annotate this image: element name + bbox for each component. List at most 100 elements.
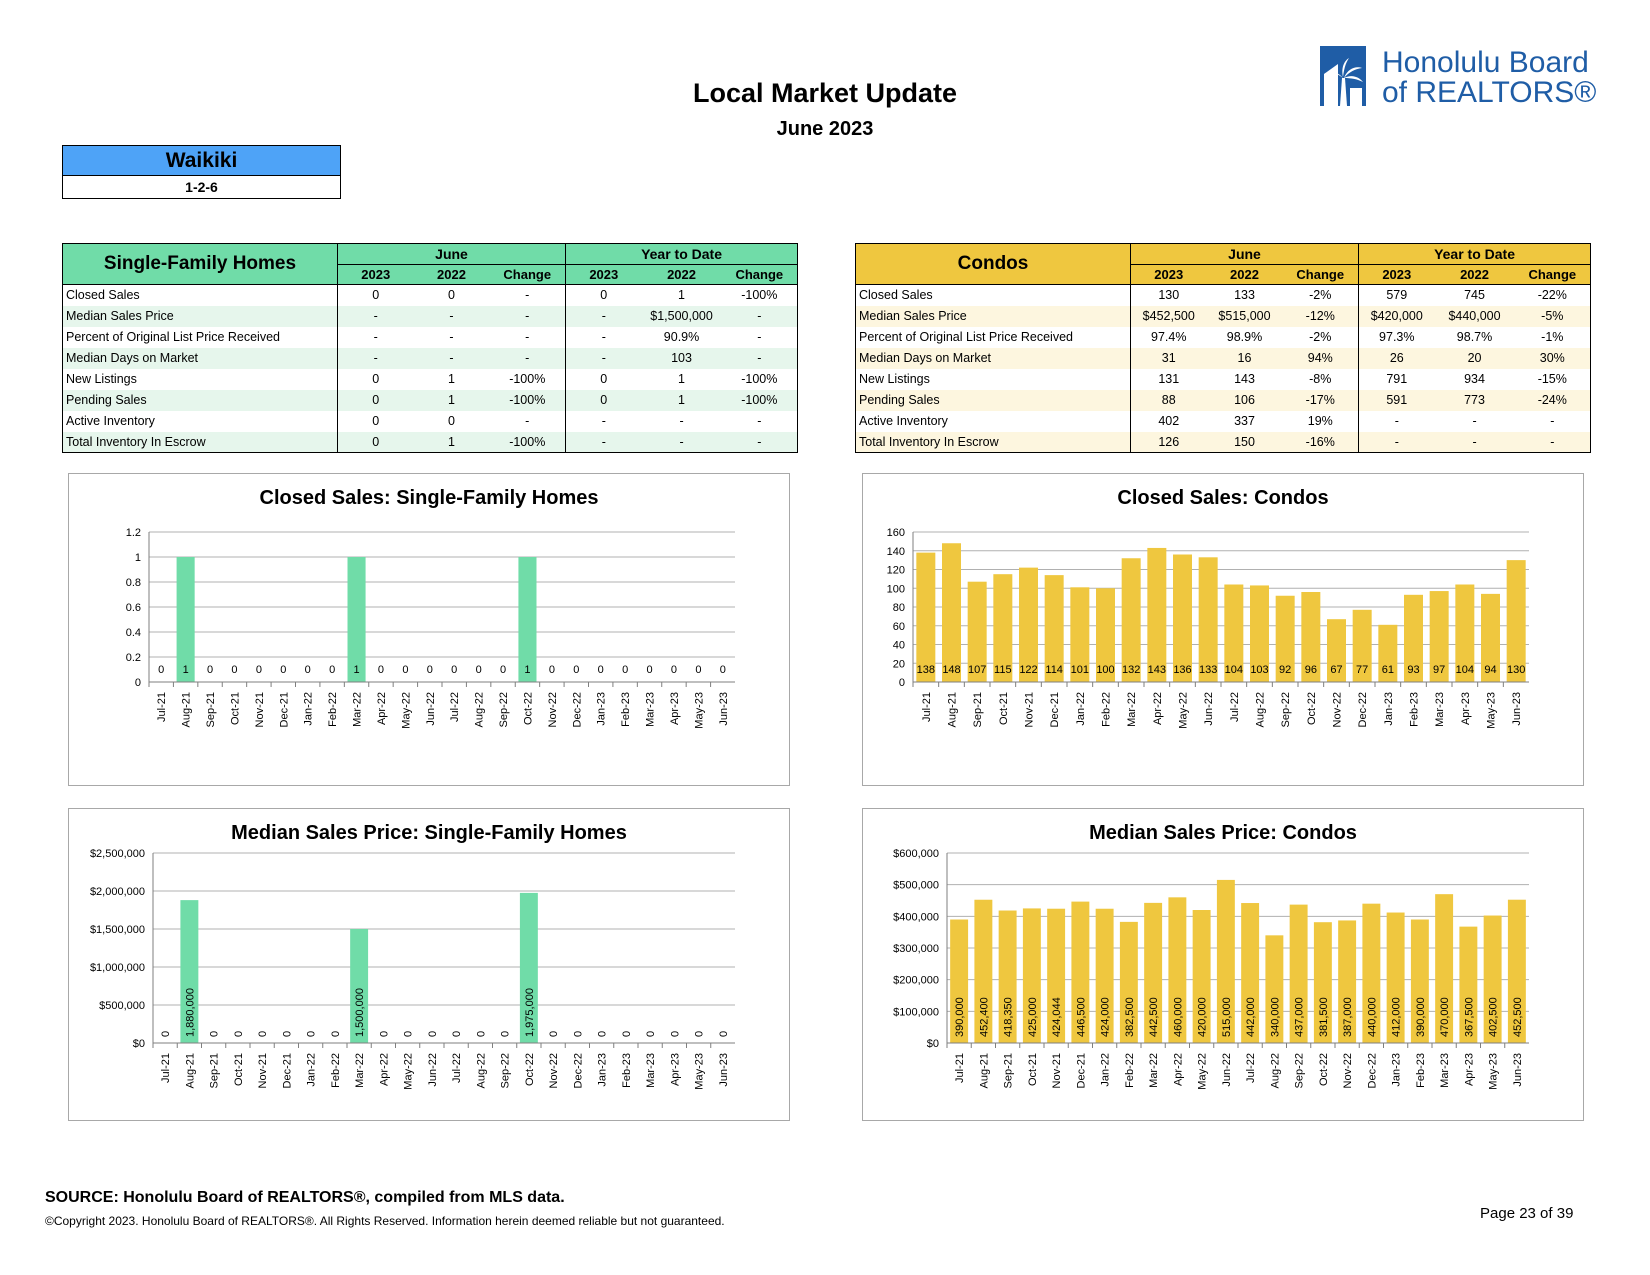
- col-header: 2023: [565, 264, 642, 285]
- table-cell: 0: [337, 284, 414, 306]
- data-label: 0: [500, 664, 506, 676]
- table-cell: 0: [337, 368, 414, 390]
- x-tick-label: Dec-21: [1049, 692, 1061, 727]
- table-cell: 133: [1234, 288, 1255, 303]
- y-tick-label: $200,000: [893, 975, 939, 987]
- x-tick-label: Apr-22: [376, 692, 388, 725]
- x-tick-label: Feb-23: [621, 1053, 633, 1088]
- x-tick-label: Mar-23: [1439, 1053, 1451, 1088]
- table-cell: -15%: [1514, 368, 1592, 390]
- data-label: 0: [695, 664, 701, 676]
- x-tick-label: Sep-22: [498, 692, 510, 727]
- data-label: 0: [621, 1031, 633, 1037]
- data-label: 0: [403, 1031, 415, 1037]
- table-cell: 98.9%: [1226, 330, 1263, 344]
- y-tick-label: 0: [135, 677, 141, 689]
- table-cell: 98.7%: [1456, 330, 1493, 344]
- x-tick-label: Mar-22: [352, 692, 364, 727]
- table-cell: 26: [1358, 347, 1435, 369]
- table-cell: -: [337, 326, 414, 348]
- x-tick-label: Apr-22: [1172, 1053, 1184, 1086]
- chart-median-price-condos: Median Sales Price: Condos $0 $100,000 $200…: [862, 808, 1584, 1121]
- page-number: Page 23 of 39: [1480, 1205, 1574, 1222]
- y-tick-label: $500,000: [99, 1000, 145, 1012]
- x-tick-label: Jun-23: [718, 692, 730, 726]
- data-label: 96: [1305, 664, 1317, 676]
- group-header-june: June: [1129, 243, 1360, 265]
- table-row: Closed Sales 130 133 -2% 579 745 -22%: [855, 284, 1592, 306]
- data-label: 424,000: [1100, 997, 1112, 1037]
- data-label: 0: [209, 1031, 221, 1037]
- x-tick-label: May-23: [694, 1053, 706, 1090]
- table-cell: 0: [337, 389, 414, 411]
- data-label: 425,000: [1027, 997, 1039, 1037]
- x-tick-label: Dec-21: [1075, 1053, 1087, 1088]
- row-label: Total Inventory In Escrow: [855, 431, 1131, 453]
- x-tick-label: Aug-21: [184, 1053, 196, 1088]
- table-cell: $420,000: [1358, 305, 1435, 327]
- row-label: Total Inventory In Escrow: [62, 431, 338, 453]
- x-tick-label: Oct-22: [1306, 692, 1318, 725]
- data-label: 0: [476, 664, 482, 676]
- x-tick-label: Jun-22: [425, 692, 437, 726]
- y-tick-label: 160: [887, 527, 905, 539]
- table-cell: 0: [565, 284, 642, 306]
- data-label: 446,500: [1075, 997, 1087, 1037]
- table-cell: -22%: [1514, 284, 1592, 306]
- table-cell: 131: [1130, 368, 1207, 390]
- table-cell: 402: [1130, 410, 1207, 432]
- chart-closed-sales-condos: Closed Sales: Condos 0 20 40 60 80 100 120 140 16…: [862, 473, 1584, 786]
- data-label: 0: [158, 664, 164, 676]
- x-tick-label: Nov-21: [1051, 1053, 1063, 1088]
- bar: [1147, 547, 1167, 682]
- x-tick-label: Feb-22: [327, 692, 339, 727]
- table-cell: 0: [337, 431, 414, 453]
- table-cell: -8%: [1309, 372, 1332, 386]
- data-label: 103: [1250, 664, 1268, 676]
- table-cell: -: [1434, 431, 1515, 453]
- x-tick-label: Jan-23: [597, 1053, 609, 1087]
- row-label: Active Inventory: [855, 410, 1131, 432]
- row-label: Closed Sales: [855, 284, 1131, 306]
- data-label: 387,000: [1342, 997, 1354, 1037]
- table-cell: 745: [1464, 288, 1485, 303]
- x-tick-label: Apr-23: [669, 692, 681, 725]
- y-tick-label: 140: [887, 546, 905, 558]
- table-cell: -: [337, 347, 414, 369]
- area-name: Waikiki: [63, 146, 340, 176]
- data-label: 442,500: [1148, 997, 1160, 1037]
- table-cell: -12%: [1282, 305, 1359, 327]
- data-label: 138: [917, 664, 935, 676]
- table-cell: 1: [413, 431, 490, 453]
- page-subtitle: June 2023: [776, 118, 874, 140]
- data-label: 390,000: [954, 997, 966, 1037]
- x-tick-label: Oct-21: [1027, 1053, 1039, 1086]
- table-cell: -: [565, 410, 642, 432]
- data-label: 122: [1019, 664, 1037, 676]
- x-tick-label: Dec-22: [572, 1053, 584, 1088]
- table-cell: 106: [1206, 389, 1283, 411]
- y-tick-label: 0: [899, 677, 905, 689]
- table-cell: -: [721, 347, 799, 369]
- table-cell: -5%: [1514, 305, 1592, 327]
- x-tick-label: Jun-23: [1511, 692, 1523, 726]
- x-tick-label: Nov-22: [1342, 1053, 1354, 1088]
- table-cell: 143: [1234, 372, 1255, 386]
- data-label: 470,000: [1439, 997, 1451, 1037]
- y-tick-label: $2,500,000: [90, 848, 145, 860]
- table-cell: 19%: [1307, 414, 1333, 428]
- logo-text-line2: of REALTORS®: [1382, 76, 1597, 109]
- table-cell: 0: [448, 288, 455, 303]
- x-tick-label: Oct-21: [233, 1053, 245, 1086]
- group-header-ytd: Year to Date: [565, 243, 799, 265]
- data-label: 148: [942, 664, 960, 676]
- table-cell: $515,000: [1206, 305, 1283, 327]
- condos-table: Condos June Year to Date 2023 2022 Chang…: [855, 243, 1592, 453]
- data-label: 0: [622, 664, 628, 676]
- table-cell: 791: [1358, 368, 1435, 390]
- table-row: Percent of Original List Price Received 9…: [855, 326, 1592, 348]
- x-tick-label: May-23: [693, 692, 705, 729]
- data-label: 418,350: [1003, 997, 1015, 1037]
- bar: [1173, 554, 1192, 682]
- data-label: 1,975,000: [524, 988, 536, 1037]
